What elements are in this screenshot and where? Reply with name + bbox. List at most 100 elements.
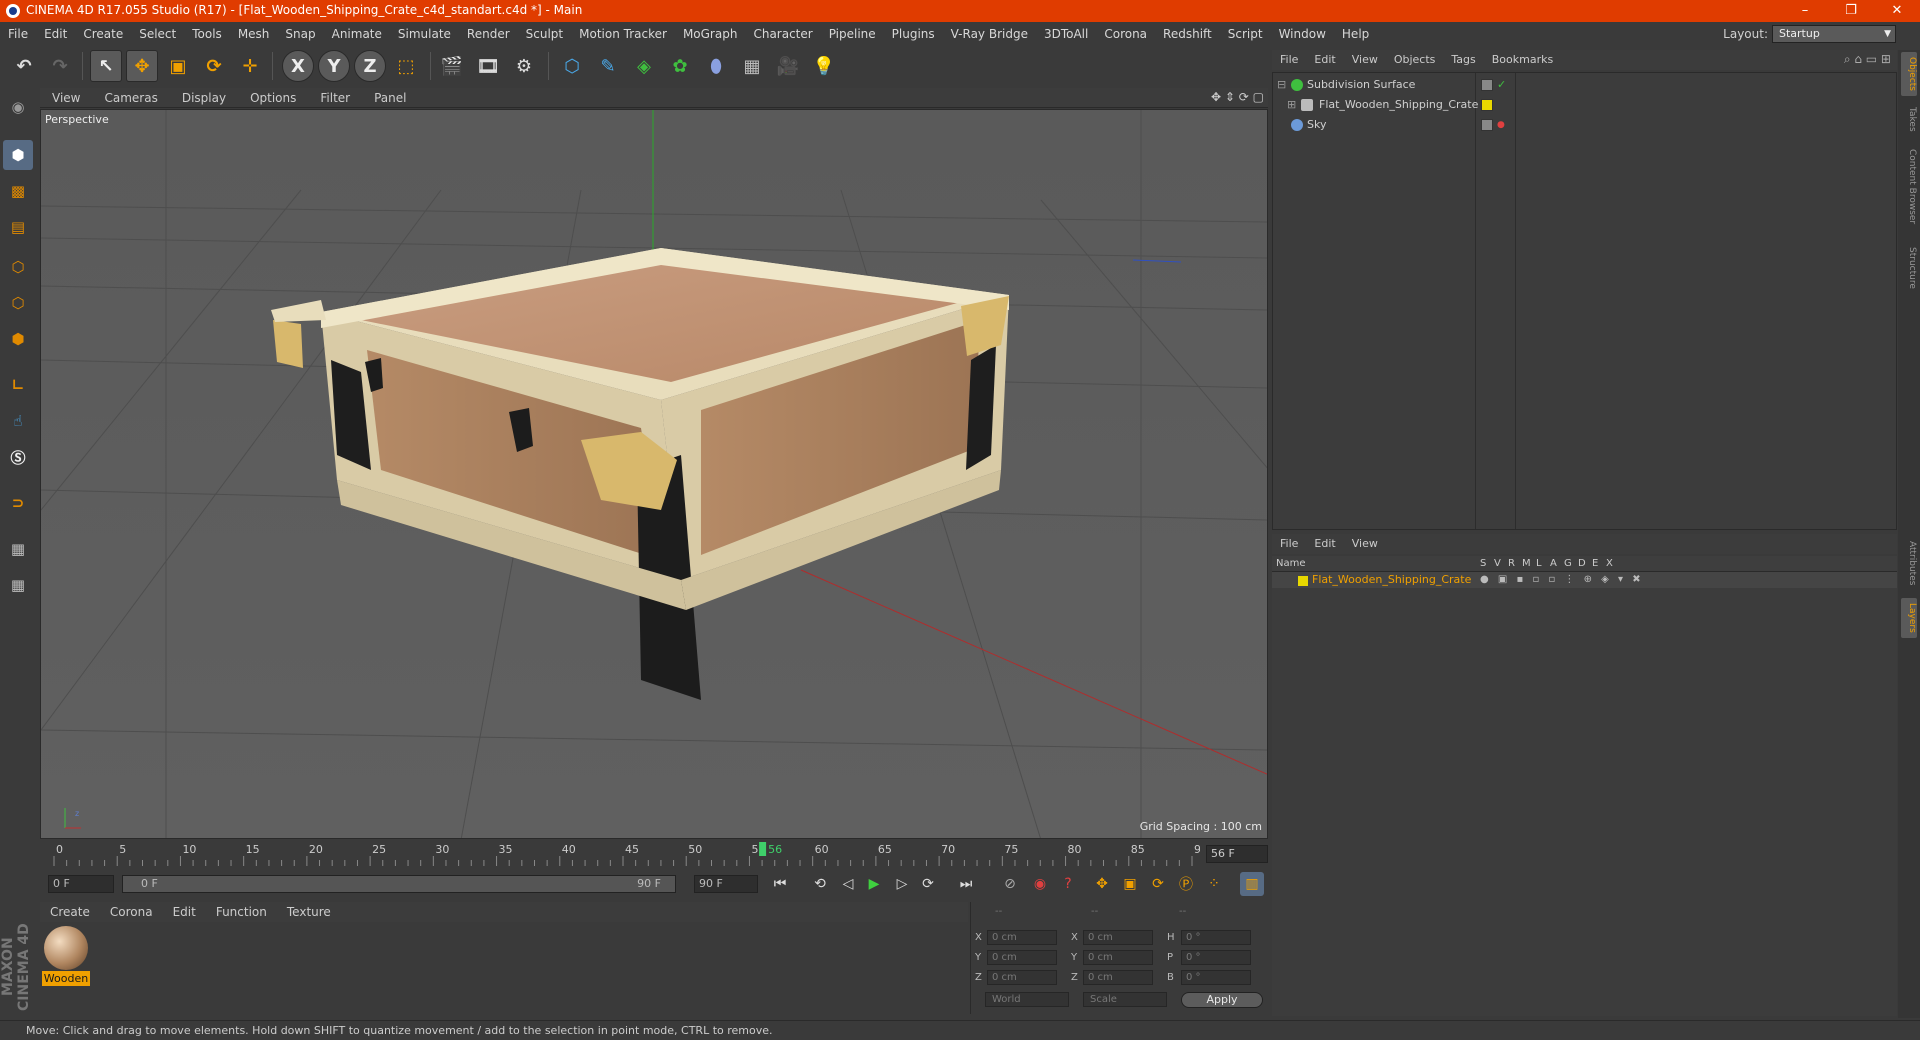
- tab-content-browser[interactable]: Content Browser: [1901, 142, 1917, 232]
- object-row-crate[interactable]: ⊞ Flat_Wooden_Shipping_Crate: [1273, 95, 1896, 115]
- tab-attributes[interactable]: Attributes: [1901, 534, 1917, 592]
- object-menu-file[interactable]: File: [1272, 50, 1306, 70]
- axis-mode-icon[interactable]: ∟: [3, 370, 33, 400]
- key-scale-icon[interactable]: ▣: [1118, 872, 1142, 896]
- menu-window[interactable]: Window: [1271, 22, 1334, 46]
- menu-vray-bridge[interactable]: V-Ray Bridge: [943, 22, 1036, 46]
- size-z-field[interactable]: 0 cm: [1083, 970, 1153, 985]
- render-settings-icon[interactable]: ⚙: [508, 50, 540, 82]
- edges-mode-icon[interactable]: ⬡: [3, 288, 33, 318]
- viewport-menu-display[interactable]: Display: [170, 88, 238, 108]
- viewport-menu-cameras[interactable]: Cameras: [92, 88, 169, 108]
- x-axis-lock-icon[interactable]: X: [282, 50, 314, 82]
- menu-create[interactable]: Create: [75, 22, 131, 46]
- y-axis-lock-icon[interactable]: Y: [318, 50, 350, 82]
- menu-motion-tracker[interactable]: Motion Tracker: [571, 22, 675, 46]
- motion-record-icon[interactable]: ⊘: [998, 872, 1022, 896]
- coordinate-space-dropdown[interactable]: World: [985, 992, 1069, 1007]
- menu-redshift[interactable]: Redshift: [1155, 22, 1220, 46]
- layer-col-solo[interactable]: S: [1480, 558, 1486, 569]
- live-selection-icon[interactable]: ↖: [90, 50, 122, 82]
- frame-range-slider[interactable]: 0 F 90 F: [122, 875, 676, 893]
- menu-pipeline[interactable]: Pipeline: [821, 22, 884, 46]
- visibility-toggle-icon[interactable]: [1481, 79, 1493, 91]
- menu-mograph[interactable]: MoGraph: [675, 22, 746, 46]
- start-frame-field[interactable]: 0 F: [48, 875, 114, 893]
- layer-col-expressions[interactable]: E: [1592, 558, 1598, 569]
- timeline-ruler[interactable]: 05101520253035404550556065707580859056 5…: [40, 842, 1268, 866]
- next-key-icon[interactable]: ⟳: [916, 872, 940, 896]
- menu-animate[interactable]: Animate: [324, 22, 390, 46]
- object-row-subdivision-surface[interactable]: ⊟ Subdivision Surface ✓: [1273, 75, 1896, 95]
- current-frame-marker[interactable]: [759, 842, 767, 856]
- layer-menu-edit[interactable]: Edit: [1306, 534, 1343, 554]
- make-editable-icon[interactable]: ◉: [3, 92, 33, 122]
- object-menu-objects[interactable]: Objects: [1386, 50, 1444, 70]
- restore-button[interactable]: ❐: [1828, 0, 1874, 22]
- pen-spline-icon[interactable]: ✎: [592, 50, 624, 82]
- menu-plugins[interactable]: Plugins: [884, 22, 943, 46]
- object-menu-bookmarks[interactable]: Bookmarks: [1484, 50, 1561, 70]
- menu-help[interactable]: Help: [1334, 22, 1377, 46]
- viewport-menu-panel[interactable]: Panel: [362, 88, 418, 108]
- layer-menu-file[interactable]: File: [1272, 534, 1306, 554]
- layer-menu-view[interactable]: View: [1344, 534, 1386, 554]
- close-button[interactable]: ✕: [1874, 0, 1920, 22]
- subdivision-surface-icon[interactable]: ◈: [628, 50, 660, 82]
- key-parameter-icon[interactable]: Ⓟ: [1174, 872, 1198, 896]
- snap-icon[interactable]: Ⓢ: [3, 442, 33, 472]
- layer-col-generators[interactable]: G: [1564, 558, 1572, 569]
- tab-structure[interactable]: Structure: [1901, 240, 1917, 296]
- size-y-field[interactable]: 0 cm: [1083, 950, 1153, 965]
- layer-toggle-icons[interactable]: ● ▣ ▪ ▫ ▫ ⋮ ⊕ ◈ ▾ ✖: [1480, 572, 1644, 588]
- layer-col-xref[interactable]: X: [1606, 558, 1613, 569]
- object-manager-search-icon[interactable]: ⌕ ⌂ ▭ ⊞: [1844, 52, 1891, 67]
- viewport-menu-options[interactable]: Options: [238, 88, 308, 108]
- pos-x-field[interactable]: 0 cm: [987, 930, 1057, 945]
- menu-character[interactable]: Character: [745, 22, 820, 46]
- last-tool-icon[interactable]: ✛: [234, 50, 266, 82]
- magnet-icon[interactable]: ⊃: [3, 488, 33, 518]
- menu-corona[interactable]: Corona: [1096, 22, 1155, 46]
- viewport-menu-filter[interactable]: Filter: [308, 88, 362, 108]
- menu-render[interactable]: Render: [459, 22, 518, 46]
- record-active-objects-icon[interactable]: ◉: [1028, 872, 1052, 896]
- move-tool-icon[interactable]: ✥: [126, 50, 158, 82]
- layout-dropdown[interactable]: Startup ▼: [1772, 25, 1896, 43]
- material-menu-create[interactable]: Create: [40, 902, 100, 922]
- rotate-tool-icon[interactable]: ⟳: [198, 50, 230, 82]
- layer-col-animation[interactable]: A: [1550, 558, 1557, 569]
- material-menu-edit[interactable]: Edit: [163, 902, 206, 922]
- layer-col-render[interactable]: R: [1508, 558, 1515, 569]
- apply-button[interactable]: Apply: [1181, 992, 1263, 1008]
- collapse-icon[interactable]: ⊟: [1277, 75, 1286, 95]
- perspective-viewport[interactable]: z Perspective Grid Spacing : 100 cm: [40, 109, 1268, 839]
- disabled-dot-icon[interactable]: ●: [1497, 115, 1505, 135]
- menu-script[interactable]: Script: [1220, 22, 1271, 46]
- layer-color-icon[interactable]: [1481, 99, 1493, 111]
- layer-row[interactable]: Flat_Wooden_Shipping_Crate ● ▣ ▪ ▫ ▫ ⋮ ⊕…: [1272, 572, 1897, 588]
- light-icon[interactable]: 💡: [808, 50, 840, 82]
- z-axis-lock-icon[interactable]: Z: [354, 50, 386, 82]
- menu-3dtoall[interactable]: 3DToAll: [1036, 22, 1096, 46]
- current-frame-field[interactable]: 56 F: [1206, 845, 1268, 863]
- menu-mesh[interactable]: Mesh: [230, 22, 278, 46]
- size-x-field[interactable]: 0 cm: [1083, 930, 1153, 945]
- pos-z-field[interactable]: 0 cm: [987, 970, 1057, 985]
- polygons-mode-icon[interactable]: ⬢: [3, 324, 33, 354]
- previous-frame-icon[interactable]: ◁: [836, 872, 860, 896]
- enabled-check-icon[interactable]: ✓: [1497, 75, 1506, 95]
- next-frame-icon[interactable]: ▷: [890, 872, 914, 896]
- key-rotation-icon[interactable]: ⟳: [1146, 872, 1170, 896]
- menu-snap[interactable]: Snap: [277, 22, 323, 46]
- object-menu-edit[interactable]: Edit: [1306, 50, 1343, 70]
- key-pla-icon[interactable]: ⁘: [1202, 872, 1226, 896]
- object-menu-tags[interactable]: Tags: [1443, 50, 1483, 70]
- key-position-icon[interactable]: ✥: [1090, 872, 1114, 896]
- end-frame-field[interactable]: 90 F: [694, 875, 758, 893]
- mograph-cloner-icon[interactable]: ✿: [664, 50, 696, 82]
- material-swatch-wooden[interactable]: [44, 926, 88, 970]
- go-to-start-icon[interactable]: ⏮: [768, 872, 792, 896]
- visibility-toggle-icon[interactable]: [1481, 119, 1493, 131]
- undo-icon[interactable]: ↶: [8, 50, 40, 82]
